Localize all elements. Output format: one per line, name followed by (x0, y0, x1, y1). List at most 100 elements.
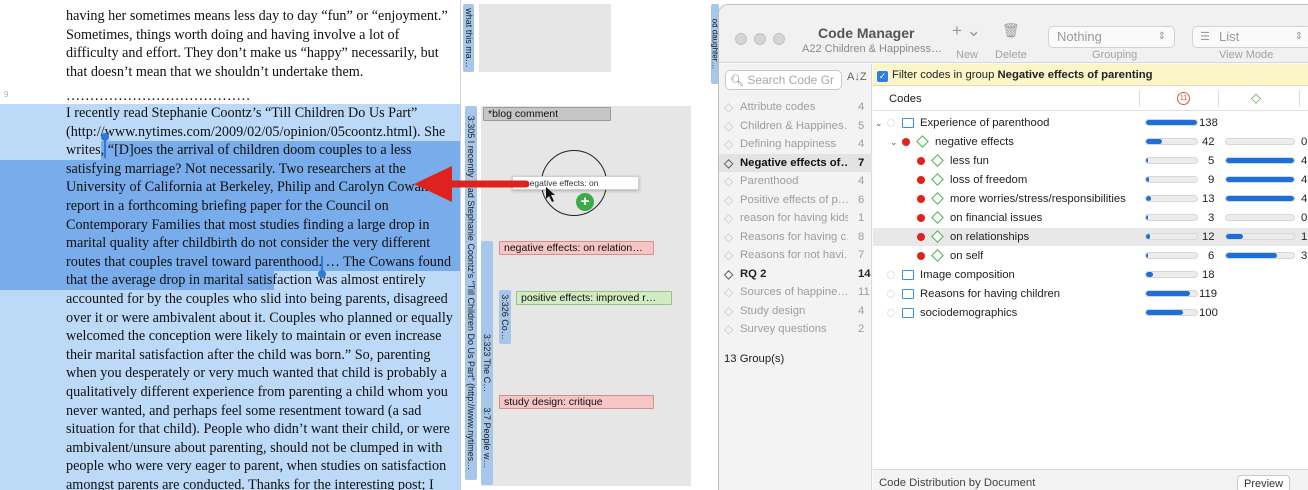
code-row[interactable]: less fun 5 4 (873, 152, 1308, 170)
code-manager-window: Code Manager A22 Children & Happiness… +… (718, 4, 1308, 490)
group-code-count: 4 (858, 304, 865, 317)
quotation-label[interactable]: 3:7 People w… (481, 395, 493, 480)
code-group-icon: ◇ (724, 322, 734, 336)
frequency-bar (1145, 176, 1198, 183)
frequency-value: 9 (1208, 174, 1215, 186)
group-code-count: 6 (858, 193, 865, 206)
window-toolbar: Code Manager A22 Children & Happiness… +… (719, 5, 1308, 63)
quotation-label[interactable]: 3:326 Co… (499, 290, 511, 344)
code-row[interactable]: Image composition 18 (873, 266, 1308, 284)
column-separator[interactable] (1218, 91, 1219, 107)
code-row[interactable]: more worries/stress/responsibilities 13 4 (873, 190, 1308, 208)
subcodes-bar (1225, 214, 1295, 221)
subcodes-bar (1225, 233, 1295, 240)
code-row[interactable]: Reasons for having children 119 (873, 285, 1308, 303)
code-group-icon: ◇ (724, 211, 734, 225)
close-window-icon[interactable] (735, 33, 747, 45)
group-label: Positive effects of p… (740, 193, 848, 206)
grouping-select[interactable]: Nothing ⇕ (1048, 26, 1175, 48)
group-item[interactable]: ◇ Attribute codes 4 (719, 98, 872, 116)
subcodes-column-icon[interactable]: ◇ (1251, 90, 1261, 106)
code-tag-blog-comment[interactable]: *blog comment (483, 107, 611, 121)
filter-checkbox[interactable]: ✓ (877, 71, 888, 82)
drag-add-icon: + (576, 193, 594, 211)
frequency-bar (1145, 233, 1198, 240)
group-item[interactable]: ◇ Reasons for having c… 8 (719, 228, 872, 246)
group-item[interactable]: ◇ Parenthood 4 (719, 172, 872, 190)
filter-group-name: Negative effects of parenting (997, 69, 1153, 81)
code-row[interactable]: on financial issues 3 0 (873, 209, 1308, 227)
group-code-count: 14 (858, 267, 871, 280)
preview-button[interactable]: Preview (1237, 475, 1291, 490)
view-mode-label: View Mode (1219, 49, 1274, 61)
group-item[interactable]: ◇ Children & Happines… 5 (719, 117, 872, 135)
group-search-input[interactable]: 🔍︎ Search Code Gr (725, 70, 842, 90)
sort-az-icon[interactable]: A↓Z (847, 71, 867, 83)
frequency-column-icon[interactable]: 11 (1177, 92, 1190, 105)
selection-end-handle[interactable] (318, 270, 326, 278)
delete-button-label[interactable]: Delete (995, 49, 1027, 61)
group-code-count: 4 (858, 175, 865, 187)
new-button-label[interactable]: New (956, 49, 978, 61)
group-filter-bar[interactable]: ✓ Filter codes in group Negative effects … (873, 64, 1308, 86)
group-item[interactable]: ◇ Reasons for not havi… 7 (719, 246, 872, 264)
selection-start-handle[interactable] (101, 133, 109, 141)
code-diamond-icon (931, 211, 944, 224)
view-mode-select[interactable]: ☰ List ⇕ (1192, 26, 1308, 48)
group-item[interactable]: ◇ Positive effects of p… 6 (719, 191, 872, 209)
trash-icon[interactable]: 🗑 (1002, 22, 1020, 39)
document-pane: 9 10 having her sometimes means less day… (0, 0, 460, 490)
code-group-icon: ◇ (724, 118, 734, 133)
frequency-bar (1145, 252, 1198, 259)
code-name: on self (950, 250, 984, 262)
code-row[interactable]: sociodemographics 100 (873, 304, 1308, 322)
group-item[interactable]: ◇ RQ 2 14 (719, 265, 872, 283)
grouping-label: Grouping (1092, 49, 1138, 61)
zoom-window-icon[interactable] (773, 33, 785, 45)
subcodes-bar (1225, 138, 1295, 145)
group-label: Study design (740, 304, 806, 317)
code-color-dot (917, 252, 925, 260)
group-item[interactable]: ◇ Study design 4 (719, 302, 872, 320)
group-item[interactable]: ◇ Sources of happine… 11 (719, 283, 872, 301)
code-row[interactable]: on relationships 12 1 (873, 228, 1308, 246)
code-group-icon: ◇ (724, 192, 734, 207)
subcodes-bar (1225, 252, 1295, 259)
group-item[interactable]: ◇ Survey questions 2 (719, 320, 872, 338)
code-tag-negative-effects-relationships[interactable]: negative effects: on relation… (499, 241, 654, 255)
margin-area: what this ma… 3:305 I recently read Step… (460, 0, 710, 490)
column-separator[interactable] (1299, 91, 1300, 107)
group-item[interactable]: ◇ Defining happiness 4 (719, 135, 872, 153)
frequency-value: 138 (1199, 117, 1218, 129)
code-row[interactable]: ⌄ Experience of parenthood 138 (873, 114, 1308, 132)
selected-paragraph[interactable]: I recently read Stephanie Coontz’s “Till… (0, 104, 460, 490)
new-code-icon[interactable]: + ⌄ (952, 21, 981, 41)
code-tag-positive-effects[interactable]: positive effects: improved r… (516, 291, 672, 305)
code-tag-study-design-critique[interactable]: study design: critique (499, 395, 654, 409)
group-label: RQ 2 (740, 267, 767, 280)
code-group-icon: ◇ (724, 155, 734, 170)
subcodes-bar (1225, 176, 1295, 183)
document-paragraph[interactable]: having her sometimes means less day to d… (66, 7, 454, 81)
group-label: Negative effects of… (740, 156, 848, 169)
disclosure-chevron-icon[interactable]: ⌄ (875, 114, 883, 132)
paragraph-line: marital quality after childbirth do not … (66, 235, 431, 252)
disclosure-chevron-icon[interactable]: ⌄ (890, 133, 898, 151)
code-color-dot (887, 119, 895, 127)
paragraph-line: (http://www.nytimes.com/2009/02/05/opini… (66, 123, 446, 140)
column-separator[interactable] (1139, 91, 1140, 107)
quotation-label[interactable]: 3:305 I recently read Stephanie Coontz's… (465, 106, 477, 480)
project-name: A22 Children & Happiness… (802, 43, 943, 55)
code-row[interactable]: loss of freedom 9 4 (873, 171, 1308, 189)
subcodes-value: 4 (1301, 155, 1308, 167)
code-row[interactable]: on self 6 3 (873, 247, 1308, 265)
selection-start-caret[interactable] (104, 138, 106, 158)
quotation-label[interactable]: what this ma… (463, 4, 474, 72)
codes-column-header[interactable]: Codes (889, 93, 922, 105)
group-item[interactable]: ◇ reason for having kids 1 (719, 209, 872, 227)
code-diamond-icon (916, 135, 929, 148)
group-item[interactable]: ◇ Negative effects of… 7 (719, 153, 872, 172)
code-row[interactable]: ⌄ negative effects 42 0 (873, 133, 1308, 151)
paragraph-line: never wanted, and perhaps feel some rese… (66, 402, 422, 419)
minimize-window-icon[interactable] (754, 33, 766, 45)
